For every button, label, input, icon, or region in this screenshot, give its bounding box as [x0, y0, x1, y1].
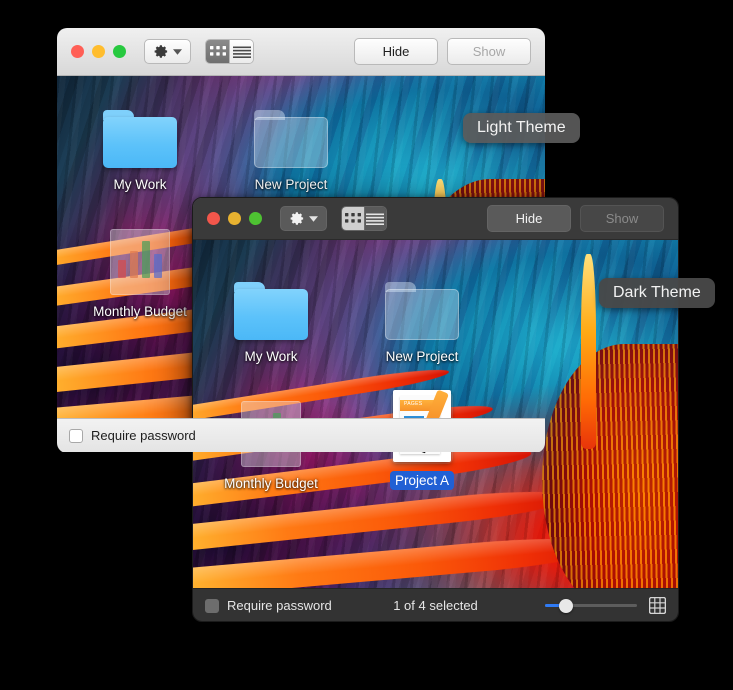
dark-list-view-button[interactable]	[363, 207, 386, 230]
dark-traffic-lights	[207, 212, 262, 225]
close-button[interactable]	[71, 45, 84, 58]
dark-require-password-label: Require password	[227, 598, 332, 613]
icon-label: Project A	[389, 471, 455, 490]
gear-icon	[154, 44, 169, 59]
zoom-button[interactable]	[249, 212, 262, 225]
minimize-button[interactable]	[228, 212, 241, 225]
light-statusbar: Require password	[57, 418, 545, 452]
light-list-view-button[interactable]	[229, 40, 253, 63]
chart-document-icon	[110, 223, 170, 295]
dark-require-password-checkbox[interactable]	[205, 598, 219, 613]
icon-label: Monthly Budget	[224, 476, 318, 491]
grid-options-icon[interactable]	[649, 597, 666, 614]
chevron-down-icon	[173, 48, 182, 55]
light-icon-view-button[interactable]	[206, 40, 230, 63]
folder-icon	[254, 96, 328, 168]
icon-label: My Work	[244, 349, 298, 364]
light-hide-button[interactable]: Hide	[354, 38, 438, 65]
light-require-password-label: Require password	[91, 428, 196, 443]
icon-label: My Work	[113, 177, 167, 192]
grid-icon	[344, 212, 361, 225]
folder-icon	[234, 268, 308, 340]
icon-label: New Project	[385, 349, 459, 364]
dark-show-button[interactable]: Show	[580, 205, 664, 232]
light-theme-callout: Light Theme	[463, 113, 580, 143]
screenshot-stage: Hide Show My Work New Project Monthly Bu…	[0, 0, 733, 690]
dark-action-menu-button[interactable]	[280, 206, 327, 231]
list-icon	[232, 46, 251, 58]
light-icon-my-work[interactable]: My Work	[84, 96, 196, 194]
dark-statusbar: Require password 1 of 4 selected	[193, 588, 678, 621]
light-view-mode-segmented-control[interactable]	[205, 39, 254, 64]
folder-icon	[103, 96, 177, 168]
folder-icon	[385, 268, 459, 340]
grid-icon	[209, 45, 226, 58]
dark-window-titlebar: Hide Show	[193, 198, 678, 240]
light-icon-monthly-budget[interactable]: Monthly Budget	[84, 223, 196, 321]
light-window-titlebar: Hide Show	[57, 28, 545, 76]
wallpaper-gold-spire	[581, 253, 596, 449]
chevron-down-icon	[309, 215, 318, 222]
dark-theme-callout: Dark Theme	[599, 278, 715, 308]
close-button[interactable]	[207, 212, 220, 225]
icon-label: New Project	[254, 177, 328, 192]
slider-knob[interactable]	[559, 598, 573, 613]
gear-icon	[290, 211, 305, 226]
light-show-button[interactable]: Show	[447, 38, 531, 65]
dark-icon-view-button[interactable]	[342, 207, 364, 230]
light-icon-new-project[interactable]: New Project	[235, 96, 347, 194]
minimize-button[interactable]	[92, 45, 105, 58]
light-traffic-lights	[71, 45, 126, 58]
dark-theme-window[interactable]: Hide Show My Work New Project Monthly Bu…	[192, 197, 679, 622]
light-action-menu-button[interactable]	[144, 39, 191, 64]
dark-view-mode-segmented-control[interactable]	[341, 206, 387, 231]
icon-label: Monthly Budget	[93, 304, 187, 319]
zoom-button[interactable]	[113, 45, 126, 58]
list-icon	[366, 213, 385, 225]
dark-hide-button[interactable]: Hide	[487, 205, 571, 232]
light-require-password-checkbox[interactable]	[69, 428, 83, 443]
dark-icon-size-slider[interactable]	[545, 598, 637, 613]
dark-icon-new-project[interactable]: New Project	[366, 268, 478, 366]
dark-icon-my-work[interactable]: My Work	[215, 268, 327, 366]
